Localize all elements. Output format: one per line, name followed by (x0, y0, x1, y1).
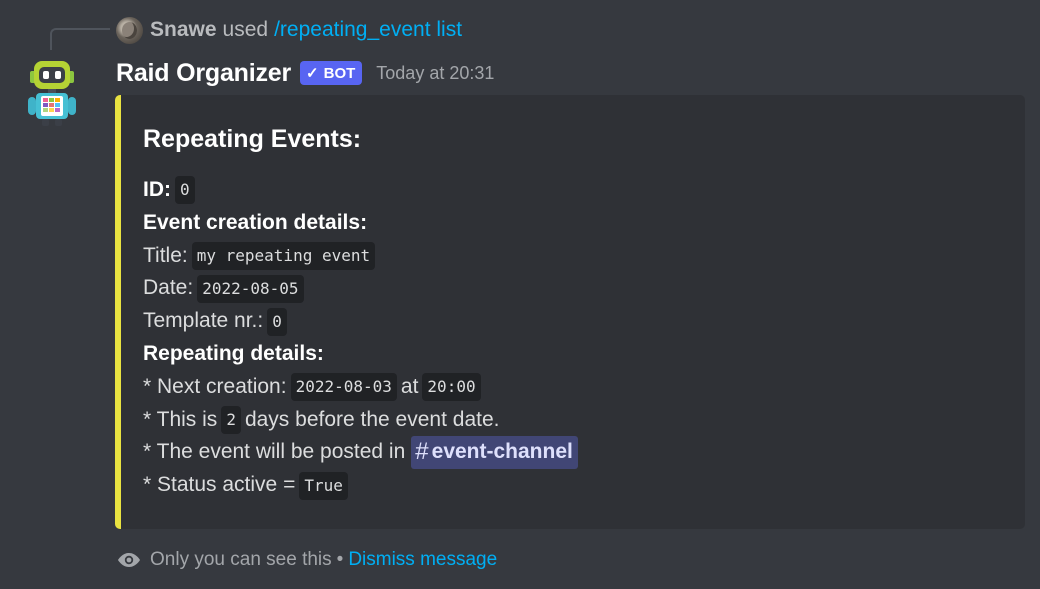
verified-check-icon: ✓ (306, 65, 319, 82)
robot-avatar-icon (28, 61, 76, 126)
status-text: * Status active = (143, 473, 296, 497)
reply-used-text: used (222, 18, 269, 41)
ephemeral-footer: Only you can see this • Dismiss message (116, 545, 497, 575)
channel-name: event-channel (431, 440, 573, 464)
repeating-header-line: Repeating details: (143, 338, 1005, 371)
date-label: Date: (143, 276, 194, 300)
template-line: Template nr.: 0 (143, 305, 1005, 338)
bot-username[interactable]: Raid Organizer (116, 59, 291, 88)
repeating-details-header: Repeating details: (143, 341, 324, 365)
creation-details-header: Event creation details: (143, 210, 368, 234)
reply-connector-line (50, 28, 110, 50)
status-value: True (299, 471, 348, 500)
id-label: ID: (143, 178, 171, 201)
title-value: my repeating event (191, 241, 376, 270)
reply-avatar[interactable] (116, 16, 143, 44)
title-label: Title: (143, 243, 188, 267)
date-line: Date: 2022-08-05 (143, 272, 1005, 305)
eye-icon (118, 553, 140, 567)
channel-hash-icon: # (415, 438, 429, 466)
date-value: 2022-08-05 (197, 274, 304, 303)
days-before-line: * This is 2 days before the event date. (143, 404, 1005, 437)
message-header: Raid Organizer ✓ BOT Today at 20:31 (116, 55, 494, 91)
channel-mention[interactable]: # event-channel (411, 436, 578, 470)
id-value: 0 (175, 176, 195, 205)
bot-badge: ✓ BOT (300, 61, 363, 85)
next-creation-line: * Next creation: 2022-08-03 at 20:00 (143, 371, 1005, 404)
days-text: days before the event date. (244, 407, 500, 431)
posted-in-line: * The event will be posted in # event-ch… (143, 436, 1005, 470)
next-creation-label: * Next creation: (143, 374, 287, 398)
dismiss-message-link[interactable]: Dismiss message (348, 549, 497, 571)
reply-username[interactable]: Snawe (150, 18, 217, 42)
template-label: Template nr.: (143, 309, 264, 333)
posted-text: * The event will be posted in (143, 440, 406, 464)
reply-command-link[interactable]: /repeating_event list (274, 18, 462, 42)
bot-badge-label: BOT (323, 64, 356, 82)
bot-avatar[interactable] (24, 57, 80, 127)
next-creation-date: 2022-08-03 (290, 373, 397, 402)
reply-context[interactable]: Snawe used /repeating_event list (116, 15, 462, 45)
status-line: * Status active = True (143, 469, 1005, 502)
template-value: 0 (267, 307, 287, 336)
title-line: Title: my repeating event (143, 240, 1005, 273)
embed-title: Repeating Events: (143, 125, 362, 153)
message-embed: Repeating Events: ID: 0 Event creation d… (115, 95, 1025, 529)
embed-body: Repeating Events: ID: 0 Event creation d… (143, 125, 1005, 502)
footer-bullet: • (336, 549, 344, 570)
this-is-text: * This is (143, 407, 218, 431)
message-timestamp[interactable]: Today at 20:31 (376, 63, 494, 84)
visibility-text: Only you can see this (150, 549, 332, 570)
id-line: ID: 0 (143, 174, 1005, 207)
creation-header-line: Event creation details: (143, 207, 1005, 240)
at-text: at (400, 374, 419, 398)
days-value: 2 (221, 405, 241, 434)
next-creation-time: 20:00 (422, 373, 481, 402)
